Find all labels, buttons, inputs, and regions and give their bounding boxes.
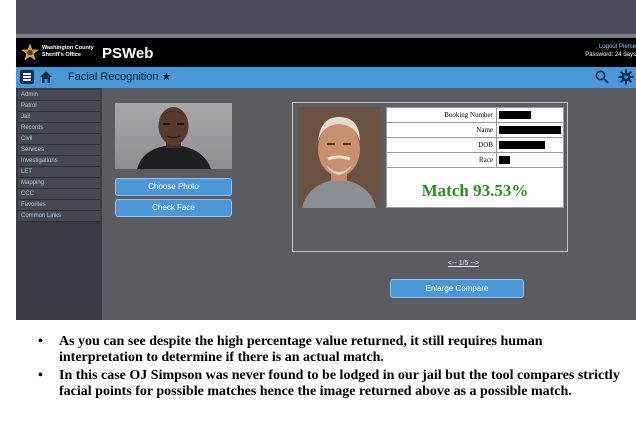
match-result-panel: Booking Number Name DOB Race Match 93.53… (292, 102, 568, 252)
sidebar-item-admin[interactable]: Admin (18, 90, 100, 101)
booking-number-redacted (499, 111, 531, 119)
menu-icon[interactable] (20, 70, 34, 84)
booking-info-table: Booking Number Name DOB Race Match 93.53… (386, 107, 564, 208)
sidebar-item-jail[interactable]: Jail (18, 112, 100, 123)
dob-redacted (499, 141, 545, 149)
name-label: Name (387, 123, 497, 137)
search-icon[interactable] (595, 70, 609, 84)
sidebar-item-services[interactable]: Services (18, 145, 100, 156)
agency-line-2: Sheriff's Office (42, 51, 81, 58)
agency-line-1: Washington County (42, 45, 94, 51)
booking-number-label: Booking Number (387, 108, 497, 122)
sidebar-item-mapping[interactable]: Mapping (18, 178, 100, 189)
table-row: Name (387, 123, 563, 138)
window-top-bar (16, 0, 636, 38)
app-brand: PSWeb (102, 45, 154, 62)
logout-link[interactable]: Logout Pierce (599, 44, 636, 50)
page-title: Facial Recognition ★ (68, 71, 172, 83)
sidebar-item-favorites[interactable]: Favorites (18, 200, 100, 211)
bullet-icon: • (38, 368, 43, 383)
note-text: As you can see despite the high percenta… (59, 334, 543, 365)
choose-photo-button[interactable]: Choose Photo (115, 178, 232, 196)
agency-name: Washington County Sheriff's Office (42, 45, 94, 58)
table-row: Race (387, 153, 563, 168)
password-notice: Password: 24 days (585, 52, 636, 58)
bullet-icon: • (38, 334, 43, 349)
table-row: DOB (387, 138, 563, 153)
sidebar-item-let[interactable]: LET (18, 167, 100, 178)
gear-icon[interactable] (618, 69, 634, 85)
match-person-image (298, 107, 380, 208)
race-redacted (499, 156, 510, 164)
dob-label: DOB (387, 138, 497, 152)
match-photo (298, 107, 380, 208)
app-header: Washington County Sheriff's Office PSWeb… (16, 38, 636, 67)
facial-recognition-panel: Choose Photo Check Face Booking Number N… (102, 88, 636, 320)
query-photo (115, 103, 232, 169)
sheriff-star-icon (21, 43, 39, 61)
match-percentage: Match 93.53% (421, 181, 529, 200)
check-face-button[interactable]: Check Face (115, 199, 232, 217)
sidebar-item-records[interactable]: Records (18, 123, 100, 134)
list-item: • As you can see despite the high percent… (36, 334, 626, 366)
list-item: • In this case OJ Simpson was never found… (36, 368, 626, 400)
sidebar-item-investigations[interactable]: Investigations (18, 156, 100, 167)
query-person-image (137, 107, 211, 169)
result-pager[interactable]: <-- 1/5 --> (448, 260, 479, 267)
name-redacted (499, 126, 561, 134)
nav-bar: Facial Recognition ★ (16, 67, 636, 88)
sidebar-item-patrol[interactable]: Patrol (18, 101, 100, 112)
table-row: Booking Number (387, 108, 563, 123)
psweb-app-window: Washington County Sheriff's Office PSWeb… (16, 38, 636, 320)
sidebar-item-civil[interactable]: Civil (18, 134, 100, 145)
home-icon[interactable] (39, 70, 53, 84)
sidebar-menu: Admin Patrol Jail Records Civil Services… (18, 90, 100, 222)
sidebar-item-ccc[interactable]: CCC (18, 189, 100, 200)
sidebar-item-common-links[interactable]: Common Links (18, 211, 100, 222)
enlarge-compare-button[interactable]: Enlarge Compare (390, 279, 524, 298)
explanation-notes: • As you can see despite the high percent… (36, 334, 626, 402)
note-text: In this case OJ Simpson was never found … (59, 368, 620, 399)
race-label: Race (387, 153, 497, 167)
